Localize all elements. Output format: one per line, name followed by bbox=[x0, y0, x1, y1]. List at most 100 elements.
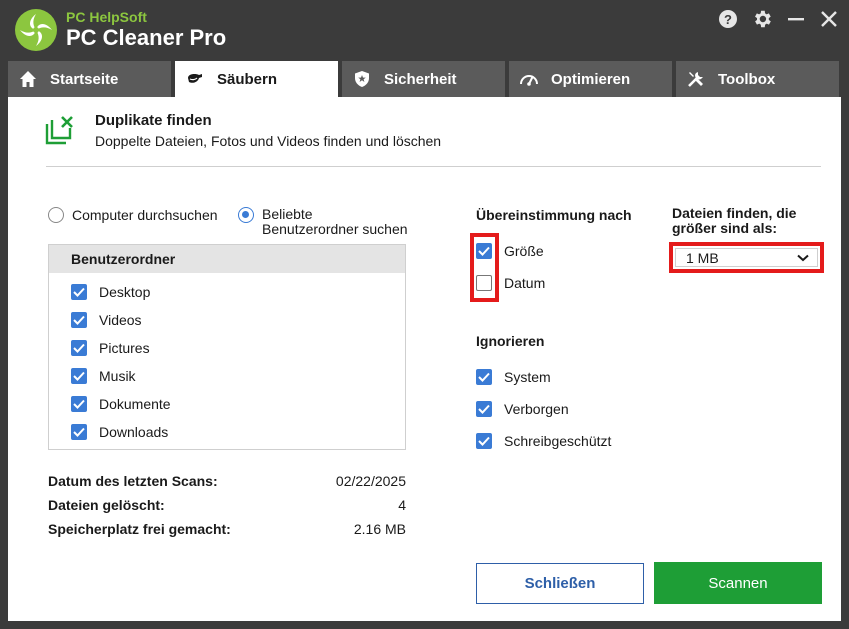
folder-label: Pictures bbox=[99, 340, 150, 356]
main-tabs: Startseite Säubern Sicherheit Optimieren… bbox=[8, 61, 841, 97]
minimize-button[interactable] bbox=[785, 8, 807, 30]
settings-button[interactable] bbox=[751, 8, 773, 30]
checkbox-size[interactable] bbox=[476, 243, 492, 259]
checkbox-dokumente[interactable] bbox=[71, 396, 87, 412]
user-folders-header: Benutzerordner bbox=[49, 245, 405, 273]
tab-label: Optimieren bbox=[551, 70, 631, 88]
checkbox-system[interactable] bbox=[476, 369, 492, 385]
tab-saeubern[interactable]: Säubern bbox=[175, 61, 338, 97]
user-folders-list: Benutzerordner Desktop Videos Pictures M… bbox=[48, 244, 406, 450]
stat-space-freed-value: 2.16 MB bbox=[353, 521, 406, 537]
checkbox-musik[interactable] bbox=[71, 368, 87, 384]
stat-last-scan-label: Datum des letzten Scans: bbox=[48, 473, 218, 489]
content-panel: Duplikate finden Doppelte Dateien, Fotos… bbox=[8, 97, 841, 621]
checkbox-videos[interactable] bbox=[71, 312, 87, 328]
radio-user-folders-label-line1: Beliebte bbox=[262, 206, 313, 222]
stat-files-deleted-value: 4 bbox=[398, 497, 406, 513]
tab-toolbox[interactable]: Toolbox bbox=[676, 61, 839, 97]
stat-last-scan-value: 02/22/2025 bbox=[335, 473, 406, 489]
checkmark-icon bbox=[73, 399, 85, 409]
checkbox-date[interactable] bbox=[476, 275, 492, 291]
checkmark-icon bbox=[73, 371, 85, 381]
page-title: Duplikate finden bbox=[95, 112, 212, 129]
folder-label: Dokumente bbox=[99, 396, 171, 412]
ignore-hidden-label: Verborgen bbox=[504, 401, 569, 417]
broom-icon bbox=[185, 69, 205, 89]
stat-space-freed-label: Speicherplatz frei gemacht: bbox=[48, 521, 231, 537]
brand-company: PC HelpSoft bbox=[66, 9, 147, 25]
shield-icon bbox=[352, 69, 372, 89]
page-subtitle: Doppelte Dateien, Fotos und Videos finde… bbox=[95, 133, 442, 149]
min-size-value: 1 MB bbox=[686, 249, 719, 266]
tab-sicherheit[interactable]: Sicherheit bbox=[342, 61, 505, 97]
min-size-highlight-box: 1 MB bbox=[669, 242, 824, 273]
min-size-label-line1: Dateien finden, die bbox=[672, 205, 797, 221]
minimize-icon bbox=[788, 18, 804, 21]
ignore-readonly-label: Schreibgeschützt bbox=[504, 433, 612, 449]
radio-computer-circle[interactable] bbox=[48, 207, 64, 223]
checkbox-desktop[interactable] bbox=[71, 284, 87, 300]
speedometer-icon bbox=[519, 69, 539, 89]
radio-user-folders-label-line2: Benutzerordner suchen bbox=[262, 221, 408, 237]
folder-label: Downloads bbox=[99, 424, 169, 440]
tab-label: Sicherheit bbox=[384, 70, 457, 88]
list-item[interactable]: Desktop bbox=[71, 284, 150, 300]
list-item[interactable]: Pictures bbox=[71, 340, 150, 356]
checkmark-icon bbox=[73, 427, 85, 437]
radio-computer[interactable]: Computer durchsuchen bbox=[48, 207, 218, 223]
list-item[interactable]: Dokumente bbox=[71, 396, 171, 412]
radio-computer-label: Computer durchsuchen bbox=[72, 207, 218, 223]
match-date-option[interactable]: Datum bbox=[476, 275, 545, 291]
radio-user-folders-label: Beliebte Benutzerordner suchen bbox=[262, 207, 408, 237]
tab-label: Säubern bbox=[217, 70, 278, 88]
app-title: PC Cleaner Pro bbox=[66, 25, 227, 50]
stat-files-deleted-label: Dateien gelöscht: bbox=[48, 497, 165, 513]
stat-space-freed: Speicherplatz frei gemacht: 2.16 MB bbox=[48, 521, 406, 537]
list-item[interactable]: Downloads bbox=[71, 424, 168, 440]
tab-label: Toolbox bbox=[718, 70, 776, 88]
min-size-select[interactable]: 1 MB bbox=[675, 248, 818, 267]
checkbox-downloads[interactable] bbox=[71, 424, 87, 440]
match-section-label: Übereinstimmung nach bbox=[476, 207, 632, 223]
stat-last-scan: Datum des letzten Scans: 02/22/2025 bbox=[48, 473, 406, 489]
help-icon: ? bbox=[719, 10, 737, 28]
tab-startseite[interactable]: Startseite bbox=[8, 61, 171, 97]
checkmark-icon bbox=[478, 372, 490, 382]
app-logo-icon bbox=[15, 9, 57, 51]
ignore-system-label: System bbox=[504, 369, 551, 385]
checkmark-icon bbox=[478, 436, 490, 446]
checkmark-icon bbox=[478, 404, 490, 414]
header-divider bbox=[46, 166, 821, 167]
ignore-readonly-option[interactable]: Schreibgeschützt bbox=[476, 433, 611, 449]
checkmark-icon bbox=[73, 315, 85, 325]
tab-label: Startseite bbox=[50, 70, 119, 88]
match-date-label: Datum bbox=[504, 275, 546, 291]
scan-button[interactable]: Scannen bbox=[654, 562, 822, 604]
list-item[interactable]: Musik bbox=[71, 368, 136, 384]
match-size-label: Größe bbox=[504, 243, 544, 259]
gear-icon bbox=[755, 10, 771, 28]
ignore-hidden-option[interactable]: Verborgen bbox=[476, 401, 569, 417]
chevron-down-icon bbox=[797, 254, 809, 261]
min-size-label: Dateien finden, die größer sind als: bbox=[672, 206, 796, 236]
checkbox-readonly[interactable] bbox=[476, 433, 492, 449]
min-size-label-line2: größer sind als: bbox=[672, 220, 778, 236]
tab-optimieren[interactable]: Optimieren bbox=[509, 61, 672, 97]
checkbox-hidden[interactable] bbox=[476, 401, 492, 417]
help-button[interactable]: ? bbox=[717, 8, 739, 30]
folder-label: Desktop bbox=[99, 284, 151, 300]
checkbox-pictures[interactable] bbox=[71, 340, 87, 356]
list-item[interactable]: Videos bbox=[71, 312, 142, 328]
checkmark-icon bbox=[73, 343, 85, 353]
match-size-option[interactable]: Größe bbox=[476, 243, 544, 259]
close-window-button[interactable] bbox=[818, 8, 840, 30]
folder-label: Videos bbox=[99, 312, 142, 328]
tools-icon bbox=[686, 69, 706, 89]
radio-user-folders-circle[interactable] bbox=[238, 207, 254, 223]
close-icon bbox=[821, 11, 837, 27]
ignore-section-label: Ignorieren bbox=[476, 333, 545, 349]
radio-user-folders[interactable]: Beliebte Benutzerordner suchen bbox=[238, 207, 408, 237]
folder-label: Musik bbox=[99, 368, 136, 384]
ignore-system-option[interactable]: System bbox=[476, 369, 551, 385]
close-button[interactable]: Schließen bbox=[476, 563, 644, 604]
